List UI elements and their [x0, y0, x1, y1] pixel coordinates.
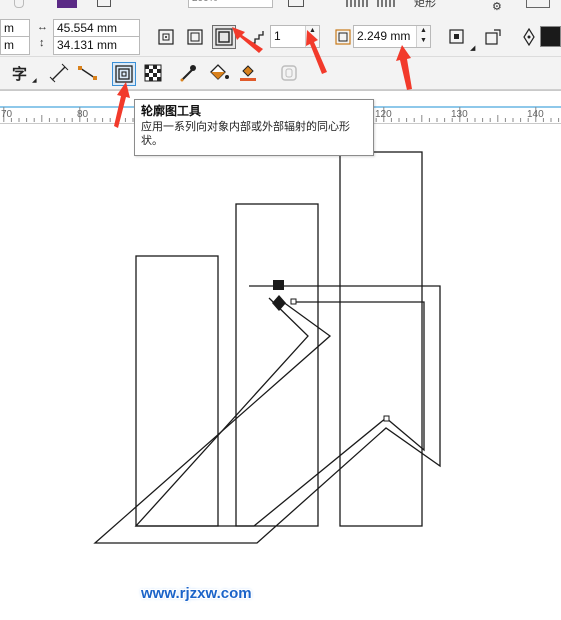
annotation-arrow-steps [306, 30, 327, 74]
annotation-arrow-offset [396, 45, 412, 90]
annotation-arrow-contour-tool [114, 82, 130, 128]
watermark-text: www.rjzxw.com [141, 585, 252, 602]
annotation-arrow-outside-button [232, 27, 263, 53]
annotation-arrows [114, 27, 412, 128]
